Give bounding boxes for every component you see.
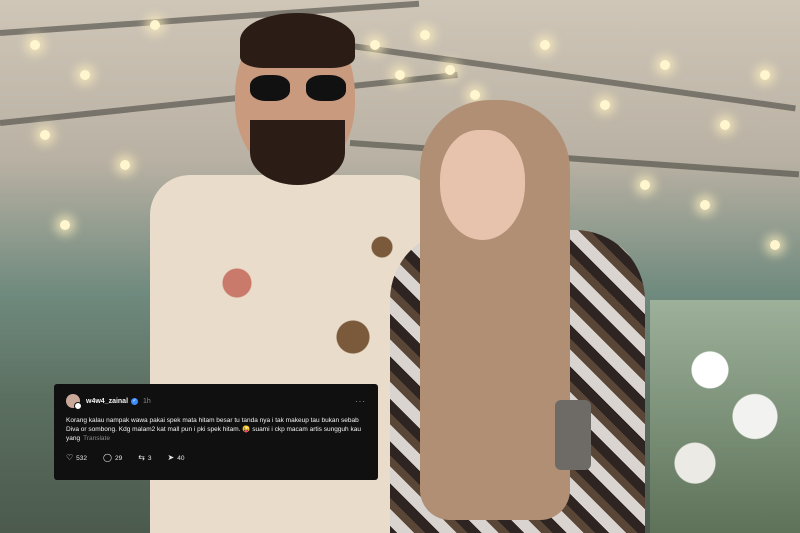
username[interactable]: w4w4_zainal <box>86 398 128 405</box>
like-button[interactable]: ♡ 532 <box>66 454 87 462</box>
like-count: 532 <box>76 454 88 462</box>
more-options-icon[interactable]: ··· <box>355 397 366 406</box>
comment-icon: ◯ <box>103 453 112 462</box>
man-beard <box>250 120 345 185</box>
sunglasses <box>250 75 346 101</box>
verified-badge-icon: ✓ <box>131 397 139 405</box>
send-icon: ➤ <box>167 453 175 462</box>
repost-count: 3 <box>147 454 152 462</box>
post-body: Korang kalau nampak wawa pakai spek mata… <box>66 417 361 442</box>
repost-icon: ⇆ <box>138 453 145 462</box>
woman-face <box>440 130 525 240</box>
threads-post-card: w4w4_zainal ✓ 1h ··· Korang kalau nampak… <box>54 384 378 480</box>
post-header: w4w4_zainal ✓ 1h ··· <box>66 394 366 410</box>
post-text: Korang kalau nampak wawa pakai spek mata… <box>66 416 366 443</box>
comment-button[interactable]: ◯ 29 <box>103 454 122 462</box>
white-flowers <box>650 300 800 533</box>
post-time: 1h <box>143 397 151 405</box>
comment-count: 29 <box>114 454 123 462</box>
man-hair <box>240 13 355 68</box>
woman-figure <box>390 100 650 533</box>
handbag <box>555 400 591 470</box>
share-count: 40 <box>177 454 185 462</box>
repost-button[interactable]: ⇆ 3 <box>138 454 151 462</box>
avatar[interactable] <box>66 394 82 410</box>
post-actions: ♡ 532 ◯ 29 ⇆ 3 ➤ 40 <box>66 454 366 462</box>
translate-link[interactable]: Translate <box>83 435 110 442</box>
heart-icon: ♡ <box>66 453 74 462</box>
share-button[interactable]: ➤ 40 <box>168 454 185 462</box>
